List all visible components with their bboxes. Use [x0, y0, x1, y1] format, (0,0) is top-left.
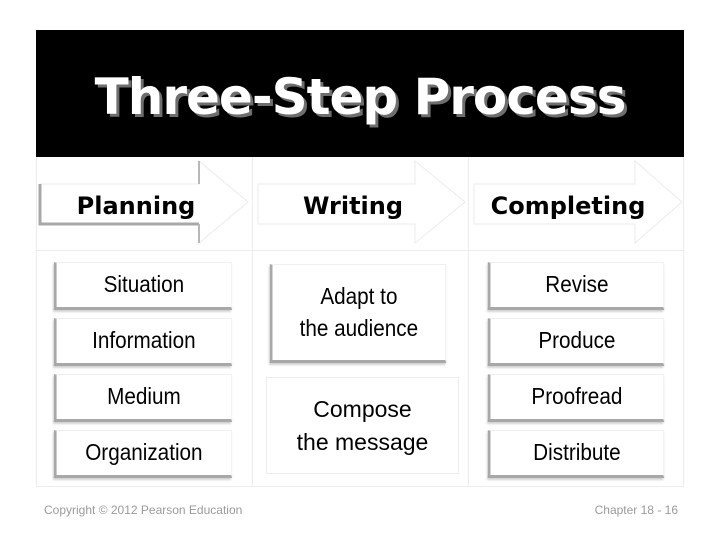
task-label: Produce — [538, 327, 616, 354]
task-box-distribute: Distribute — [487, 430, 665, 478]
task-label-line: Compose — [313, 396, 412, 423]
footer-copyright: Copyright © 2012 Pearson Education — [44, 503, 243, 517]
task-box-medium: Medium — [53, 374, 233, 422]
task-box-organization: Organization — [53, 430, 233, 478]
step-header-completing: Completing — [468, 157, 684, 250]
task-label: Distribute — [533, 439, 621, 466]
task-box-proofread: Proofread — [487, 374, 665, 422]
task-box-produce: Produce — [487, 318, 665, 366]
task-box-revise: Revise — [487, 262, 665, 310]
task-box-adapt-to-audience: Adapt to the audience — [269, 264, 447, 363]
task-label-line: Adapt to — [320, 283, 398, 310]
task-label: Revise — [545, 271, 609, 298]
step-header-writing: Writing — [252, 157, 468, 250]
footer-page-number: Chapter 18 - 16 — [594, 503, 678, 517]
step-label: Planning — [76, 191, 196, 220]
task-label: Medium — [107, 383, 181, 410]
task-label-line: the message — [296, 428, 429, 455]
task-box-compose-message: Compose the message — [266, 377, 459, 474]
step-header-planning: Planning — [36, 157, 252, 250]
title-band: Three-Step Process — [36, 30, 684, 157]
task-label: Information — [92, 327, 196, 354]
task-label: Proofread — [531, 383, 623, 410]
task-label: Organization — [85, 439, 203, 466]
task-label-line: the audience — [299, 314, 419, 341]
step-label: Completing — [490, 191, 646, 220]
grid-line — [36, 486, 684, 487]
slide-title: Three-Step Process — [94, 67, 627, 126]
task-box-situation: Situation — [53, 262, 233, 310]
step-label: Writing — [302, 191, 404, 220]
task-box-information: Information — [53, 318, 233, 366]
process-grid: Planning Writing Completing Situation In… — [36, 157, 684, 487]
task-label: Situation — [103, 271, 185, 298]
